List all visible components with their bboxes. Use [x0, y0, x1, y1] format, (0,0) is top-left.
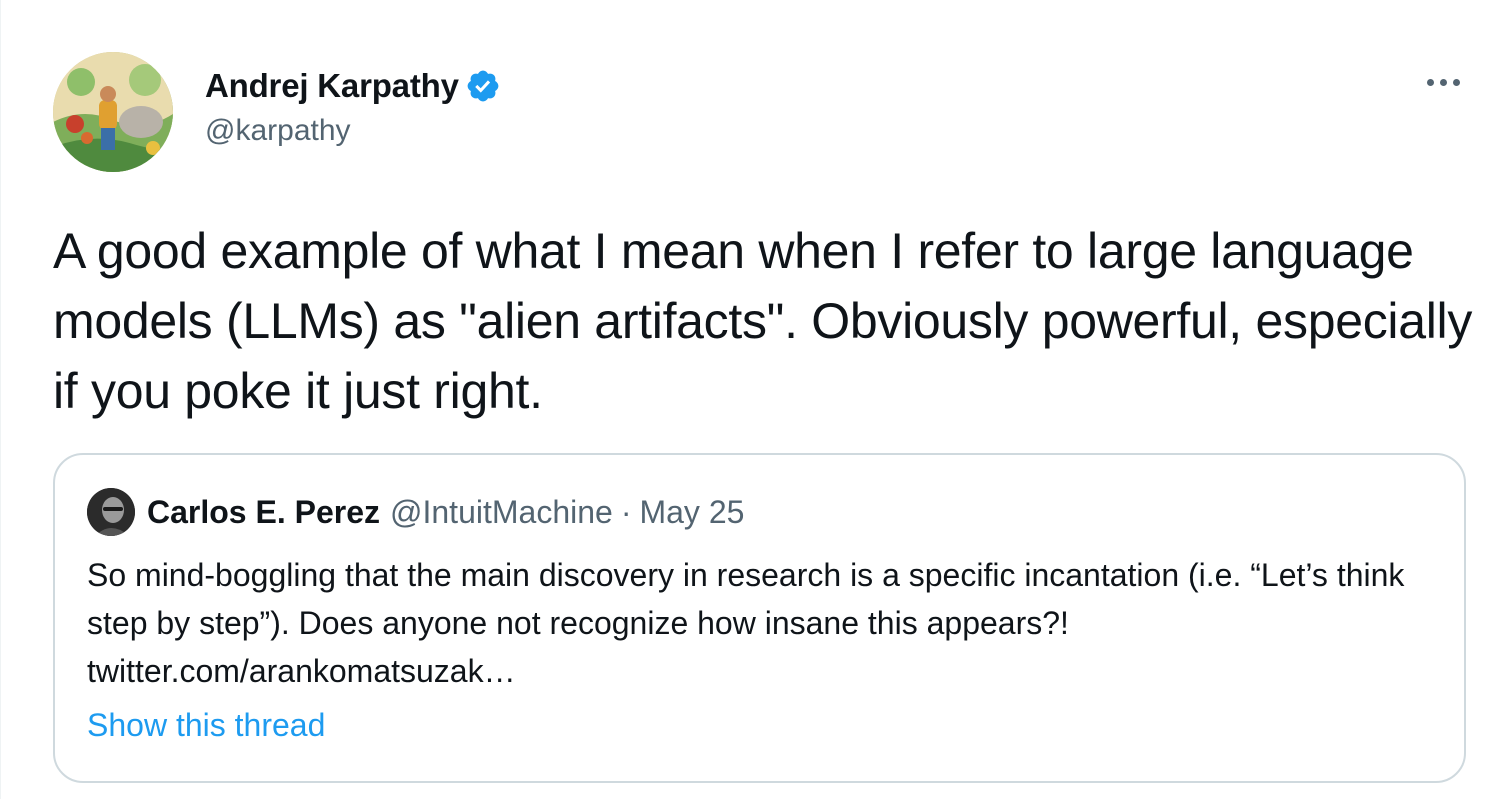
author-name-row: Andrej Karpathy	[205, 62, 501, 110]
author-block: Andrej Karpathy @karpathy	[205, 62, 501, 148]
quoted-avatar-portrait	[87, 488, 135, 536]
quoted-tweet-header: Carlos E. Perez @IntuitMachine · May 25	[87, 487, 744, 537]
quoted-date[interactable]: May 25	[639, 494, 744, 531]
author-display-name[interactable]: Andrej Karpathy	[205, 67, 459, 105]
quoted-author-avatar	[87, 488, 135, 536]
quoted-author-handle[interactable]: @IntuitMachine	[390, 494, 613, 531]
quoted-tweet-text: So mind-boggling that the main discovery…	[87, 557, 1405, 689]
show-thread-link[interactable]: Show this thread	[87, 707, 325, 744]
author-handle[interactable]: @karpathy	[205, 114, 501, 148]
author-avatar[interactable]	[53, 52, 173, 172]
more-options-icon[interactable]	[1419, 62, 1467, 102]
avatar-illustration	[53, 52, 173, 172]
quoted-author-name[interactable]: Carlos E. Perez	[147, 494, 380, 531]
quoted-separator: ·	[620, 493, 632, 530]
tweet-page: Andrej Karpathy @karpathy A good example…	[0, 0, 1507, 799]
more-dot	[1426, 78, 1434, 86]
more-dot	[1439, 78, 1447, 86]
verified-badge-icon	[465, 68, 501, 104]
quoted-tweet-card[interactable]: Carlos E. Perez @IntuitMachine · May 25 …	[53, 453, 1466, 783]
more-dot	[1452, 78, 1460, 86]
tweet-text: A good example of what I mean when I ref…	[53, 223, 1473, 419]
